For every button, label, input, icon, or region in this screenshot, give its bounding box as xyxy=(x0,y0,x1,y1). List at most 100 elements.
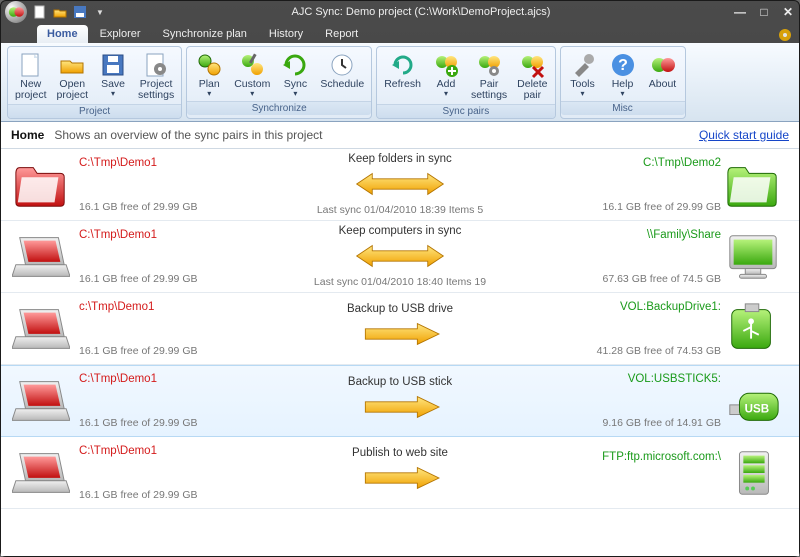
pair-center-info: Backup to USB stick xyxy=(240,376,561,427)
sync-pair-row[interactable]: C:\Tmp\Demo1 16.1 GB free of 29.99 GB Ke… xyxy=(1,221,799,293)
folder-red-icon xyxy=(9,157,73,213)
tab-home[interactable]: Home xyxy=(37,25,88,43)
close-button[interactable]: ✕ xyxy=(781,5,795,19)
app-window: ▼ AJC Sync: Demo project (C:\Work\DemoPr… xyxy=(0,0,800,557)
help-button[interactable]: Help▾ xyxy=(604,49,642,100)
tab-explorer[interactable]: Explorer xyxy=(90,25,151,43)
right-path: VOL:BackupDrive1: xyxy=(620,301,721,313)
ribbon-tabs: Home Explorer Synchronize plan History R… xyxy=(1,23,799,43)
pair-center-info: Backup to USB drive xyxy=(240,303,561,354)
right-free: 9.16 GB free of 14.91 GB xyxy=(603,417,722,429)
refresh-button[interactable]: Refresh xyxy=(380,49,425,103)
schedule-button[interactable]: Schedule xyxy=(316,49,368,100)
left-path: C:\Tmp\Demo1 xyxy=(79,445,240,457)
quick-start-link[interactable]: Quick start guide xyxy=(699,128,789,142)
ribbon-group-synchronize: Plan▾ Custom▾ Sync▾ Schedule Synchronize xyxy=(186,46,372,119)
qat-new-icon[interactable] xyxy=(31,3,49,21)
left-free: 16.1 GB free of 29.99 GB xyxy=(79,273,240,285)
pair-center-info: Keep computers in sync Last sync 01/04/2… xyxy=(240,225,561,288)
pair-left-info: C:\Tmp\Demo1 16.1 GB free of 29.99 GB xyxy=(79,229,240,285)
delete-pair-button[interactable]: Deletepair xyxy=(513,49,551,103)
titlebar: ▼ AJC Sync: Demo project (C:\Work\DemoPr… xyxy=(1,1,799,23)
group-label-synchronize: Synchronize xyxy=(187,101,371,115)
new-project-button[interactable]: Newproject xyxy=(11,49,51,103)
pair-left-info: C:\Tmp\Demo1 16.1 GB free of 29.99 GB xyxy=(79,157,240,213)
pair-lastsync: Last sync 01/04/2010 18:40 Items 19 xyxy=(314,276,486,288)
pair-left-info: c:\Tmp\Demo1 16.1 GB free of 29.99 GB xyxy=(79,301,240,357)
sync-pair-row[interactable]: C:\Tmp\Demo1 16.1 GB free of 29.99 GB Pu… xyxy=(1,437,799,509)
sync-pair-row[interactable]: C:\Tmp\Demo1 16.1 GB free of 29.99 GB Ba… xyxy=(1,365,799,437)
right-free: 41.28 GB free of 74.53 GB xyxy=(597,345,721,357)
pair-right-info: VOL:BackupDrive1: 41.28 GB free of 74.53… xyxy=(561,301,722,357)
left-path: C:\Tmp\Demo1 xyxy=(79,157,240,169)
minimize-button[interactable]: — xyxy=(733,5,747,19)
pair-action: Backup to USB drive xyxy=(347,303,453,315)
page-header: Home Shows an overview of the sync pairs… xyxy=(1,122,799,149)
quick-access-toolbar: ▼ xyxy=(31,3,109,21)
pair-action: Publish to web site xyxy=(352,447,448,459)
sync-pairs-list[interactable]: C:\Tmp\Demo1 16.1 GB free of 29.99 GB Ke… xyxy=(1,149,799,556)
left-free: 16.1 GB free of 29.99 GB xyxy=(79,417,240,429)
tab-report[interactable]: Report xyxy=(315,25,368,43)
pair-right-info: FTP:ftp.microsoft.com:\ xyxy=(561,451,722,495)
usb-stick-green-icon xyxy=(721,373,785,429)
style-icon[interactable] xyxy=(777,27,793,43)
group-label-syncpairs: Sync pairs xyxy=(377,104,554,118)
pair-right-info: C:\Tmp\Demo2 16.1 GB free of 29.99 GB xyxy=(561,157,722,213)
pair-left-info: C:\Tmp\Demo1 16.1 GB free of 29.99 GB xyxy=(79,445,240,501)
custom-button[interactable]: Custom▾ xyxy=(230,49,274,100)
left-free: 16.1 GB free of 29.99 GB xyxy=(79,489,240,501)
ribbon-group-misc: Tools▾ Help▾ About Misc xyxy=(560,46,686,119)
pair-action: Keep computers in sync xyxy=(339,225,462,237)
save-button[interactable]: Save▾ xyxy=(94,49,132,103)
qat-dropdown-icon[interactable]: ▼ xyxy=(91,3,109,21)
pair-left-info: C:\Tmp\Demo1 16.1 GB free of 29.99 GB xyxy=(79,373,240,429)
pair-settings-button[interactable]: Pairsettings xyxy=(467,49,511,103)
project-settings-button[interactable]: Projectsettings xyxy=(134,49,178,103)
server-green-icon xyxy=(721,445,785,501)
right-path: VOL:USBSTICK5: xyxy=(628,373,721,385)
pair-action: Backup to USB stick xyxy=(348,376,452,388)
page-description: Shows an overview of the sync pairs in t… xyxy=(54,128,699,142)
ribbon-group-project: Newproject Openproject Save▾ Projectsett… xyxy=(7,46,182,119)
add-button[interactable]: Add▾ xyxy=(427,49,465,103)
group-label-misc: Misc xyxy=(561,101,685,115)
laptop-red-icon xyxy=(9,229,73,285)
right-free: 67.63 GB free of 74.5 GB xyxy=(603,273,722,285)
laptop-red-icon xyxy=(9,373,73,429)
qat-save-icon[interactable] xyxy=(71,3,89,21)
sync-direction-arrow-icon xyxy=(355,465,445,494)
right-path: \\Family\Share xyxy=(647,229,721,241)
right-path: FTP:ftp.microsoft.com:\ xyxy=(602,451,721,463)
sync-pair-row[interactable]: c:\Tmp\Demo1 16.1 GB free of 29.99 GB Ba… xyxy=(1,293,799,365)
pair-lastsync: Last sync 01/04/2010 18:39 Items 5 xyxy=(317,204,483,216)
right-path: C:\Tmp\Demo2 xyxy=(643,157,721,169)
folder-green-icon xyxy=(721,157,785,213)
maximize-button[interactable]: □ xyxy=(757,5,771,19)
window-title: AJC Sync: Demo project (C:\Work\DemoProj… xyxy=(109,6,733,18)
app-menu-button[interactable] xyxy=(5,1,27,23)
left-path: C:\Tmp\Demo1 xyxy=(79,229,240,241)
sync-pair-row[interactable]: C:\Tmp\Demo1 16.1 GB free of 29.99 GB Ke… xyxy=(1,149,799,221)
ribbon-group-syncpairs: Refresh Add▾ Pairsettings Deletepair Syn… xyxy=(376,46,555,119)
pair-center-info: Keep folders in sync Last sync 01/04/201… xyxy=(240,153,561,216)
sync-direction-arrow-icon xyxy=(355,394,445,423)
tab-history[interactable]: History xyxy=(259,25,313,43)
page-title: Home xyxy=(11,128,44,142)
left-path: C:\Tmp\Demo1 xyxy=(79,373,240,385)
tools-button[interactable]: Tools▾ xyxy=(564,49,602,100)
tab-sync-plan[interactable]: Synchronize plan xyxy=(153,25,257,43)
sync-button[interactable]: Sync▾ xyxy=(276,49,314,100)
monitor-green-icon xyxy=(721,229,785,285)
group-label-project: Project xyxy=(8,104,181,118)
left-free: 16.1 GB free of 29.99 GB xyxy=(79,201,240,213)
qat-open-icon[interactable] xyxy=(51,3,69,21)
right-free: 16.1 GB free of 29.99 GB xyxy=(603,201,722,213)
usb-drive-green-icon xyxy=(721,301,785,357)
pair-right-info: VOL:USBSTICK5: 9.16 GB free of 14.91 GB xyxy=(561,373,722,429)
open-project-button[interactable]: Openproject xyxy=(53,49,93,103)
sync-direction-arrow-icon xyxy=(355,243,445,272)
laptop-red-icon xyxy=(9,445,73,501)
plan-button[interactable]: Plan▾ xyxy=(190,49,228,100)
about-button[interactable]: About xyxy=(644,49,682,100)
